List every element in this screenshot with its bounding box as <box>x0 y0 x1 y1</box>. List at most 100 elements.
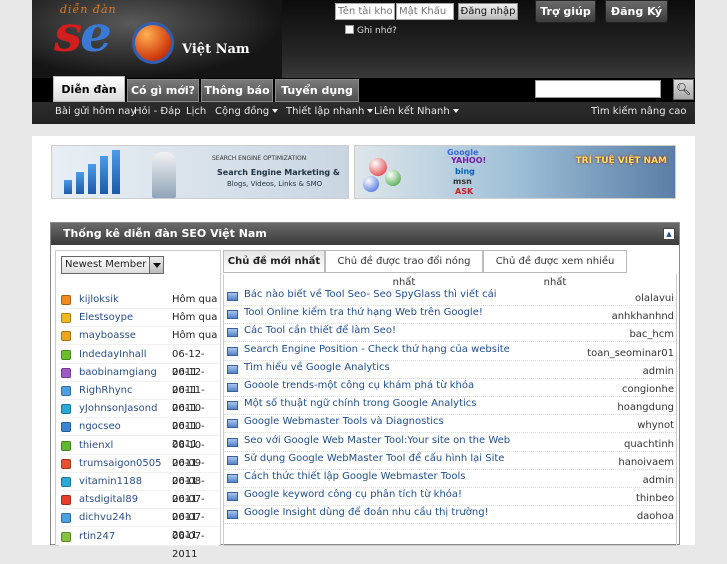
member-avatar-icon <box>61 477 71 487</box>
stats-select[interactable]: Newest Member <box>61 256 164 274</box>
thread-author-link[interactable]: daohoa <box>637 511 674 522</box>
member-name-link[interactable]: RighRhync <box>79 382 132 400</box>
thread-author-link[interactable]: bac_hcm <box>629 329 674 340</box>
search-button[interactable]: 🔍︎ <box>673 79 694 100</box>
member-name-link[interactable]: dichvu24h <box>79 509 131 527</box>
banner-caption: Blogs, Videos, Links & SMO <box>227 180 323 188</box>
subnav-quick-settings[interactable]: Thiết lập nhanh <box>286 106 374 117</box>
engine-label: YAHOO! <box>451 156 487 165</box>
member-name-link[interactable]: IndedayInhall <box>79 346 147 364</box>
password-input[interactable] <box>396 3 454 20</box>
member-avatar-icon <box>61 367 71 378</box>
subnav-faq[interactable]: Hỏi - Đáp <box>134 106 181 117</box>
thread-title-link[interactable]: Google Insight dùng để đoán nhu cầu thị … <box>244 507 489 518</box>
thread-author-link[interactable]: whynot <box>637 420 674 431</box>
banner-bar <box>88 164 96 194</box>
thread-title-link[interactable]: Search Engine Position - Check thứ hạng … <box>244 344 510 355</box>
member-avatar-icon <box>61 313 71 324</box>
thread-author-link[interactable]: admin <box>643 475 674 486</box>
thread-author-link[interactable]: hoangdung <box>617 402 674 413</box>
banner-bar <box>112 150 120 194</box>
thread-author-link[interactable]: admin <box>643 366 674 377</box>
member-avatar-icon <box>61 386 71 396</box>
thread-title-link[interactable]: Các Tool cần thiết để làm Seo! <box>244 325 396 336</box>
thread-author-link[interactable]: olalavui <box>635 293 674 304</box>
seo-banner-right[interactable]: Google YAHOO! bing msn ASK TRÍ TUỆ VIỆT … <box>354 145 676 199</box>
subnav-today-posts[interactable]: Bài gửi hôm nay <box>55 106 136 117</box>
member-row: dichvu24h 06-07-2011 <box>59 509 219 541</box>
tab-newest-threads[interactable]: Chủ đề mới nhất <box>223 250 325 273</box>
search-input[interactable] <box>535 80 661 98</box>
username-input[interactable] <box>335 3 395 20</box>
tab-hottest-threads[interactable]: Chủ đề được trao đổi nóng nhất <box>325 250 483 288</box>
member-name-link[interactable]: vitamin1188 <box>79 473 142 491</box>
member-name-link[interactable]: yJohnsonJasond <box>79 400 157 418</box>
member-row: yJohnsonJasond 06-10-2011 <box>59 400 219 432</box>
subnav-quick-links[interactable]: Liên kết Nhanh <box>374 106 459 117</box>
thread-title-link[interactable]: Seo với Google Web Master Tool:Your site… <box>244 435 510 446</box>
thread-title-link[interactable]: Một số thuật ngữ chính trong Google Anal… <box>244 398 477 409</box>
member-name-link[interactable]: baobinamgiang <box>79 364 157 382</box>
chevron-down-icon <box>452 109 459 113</box>
panel-header: Thống kê diễn đàn SEO Việt Nam ▲ <box>51 223 679 245</box>
thread-title-link[interactable]: Google keyword công cụ phân tích từ khóa… <box>244 489 462 500</box>
site-logo[interactable]: seo <box>54 4 141 63</box>
thread-title-link[interactable]: Bác nào biết về Tool Seo- Seo SpyGlass t… <box>244 289 496 300</box>
thread-icon <box>227 437 238 447</box>
member-avatar-icon <box>61 349 71 360</box>
member-name-link[interactable]: atsdigital89 <box>79 491 138 509</box>
thread-row: Search Engine Position - Check thứ hạng … <box>224 343 676 361</box>
collapse-icon[interactable]: ▲ <box>663 228 675 240</box>
remember-me[interactable]: Ghi nhớ? <box>345 25 397 36</box>
member-name-link[interactable]: thienxl <box>79 437 113 455</box>
remember-checkbox[interactable] <box>345 25 354 34</box>
blue-ball-icon <box>363 176 379 192</box>
thread-title-link[interactable]: Google Webmaster Tools và Diagnostics <box>244 416 444 427</box>
member-name-link[interactable]: ngocseo <box>79 418 121 436</box>
chevron-down-icon <box>272 109 279 113</box>
member-row: Elestsoype Hôm qua <box>59 309 219 328</box>
thread-author-link[interactable]: thinbeo <box>636 493 674 504</box>
main-navbar: Diễn đàn Có gì mới? Thông báo Tuyển dụng… <box>32 76 695 102</box>
seo-banner-left[interactable]: SEARCH ENGINE OPTIMIZATION Search Engine… <box>51 145 349 199</box>
member-name-link[interactable]: Elestsoype <box>79 309 133 327</box>
thread-author-link[interactable]: quachtinh <box>624 439 674 450</box>
thread-title-link[interactable]: Tìm hiểu về Google Analytics <box>244 362 390 373</box>
login-button[interactable]: Đăng nhập <box>458 3 518 20</box>
member-name-link[interactable]: mayboasse <box>79 327 136 345</box>
thread-author-link[interactable]: anhkhanhnd <box>612 311 674 322</box>
member-name-link[interactable]: rtin247 <box>79 528 115 546</box>
banner-slogan: TRÍ TUỆ VIỆT NAM <box>575 156 667 166</box>
banner-bar <box>100 156 108 194</box>
member-avatar-icon <box>61 495 71 506</box>
thread-author-link[interactable]: hanoivaem <box>618 457 674 468</box>
thread-author-link[interactable]: toan_seominar01 <box>587 348 674 359</box>
register-button[interactable]: Đăng Ký <box>605 0 668 23</box>
subnav-calendar[interactable]: Lịch <box>186 106 206 117</box>
tab-forum[interactable]: Diễn đàn <box>53 76 125 102</box>
member-avatar-icon <box>61 404 71 415</box>
tab-jobs[interactable]: Tuyển dụng <box>275 79 359 102</box>
thread-row: Cách thức thiết lập Google Webmaster Too… <box>224 470 676 488</box>
thread-title-link[interactable]: Tool Online kiểm tra thứ hạng Web trên G… <box>244 307 483 318</box>
thread-title-link[interactable]: Cách thức thiết lập Google Webmaster Too… <box>244 471 465 482</box>
panel-title: Thống kê diễn đàn SEO Việt Nam <box>63 227 267 240</box>
member-name-link[interactable]: trumsaigon0505 <box>79 455 161 473</box>
thread-title-link[interactable]: Gooole trends-một công cụ khám phá từ kh… <box>244 380 474 391</box>
help-button[interactable]: Trợ giúp <box>535 0 596 23</box>
thread-row: Tìm hiểu về Google Analytics admin <box>224 361 676 379</box>
green-ball-icon <box>385 170 401 186</box>
tab-most-viewed-threads[interactable]: Chủ đề được xem nhiều nhất <box>483 250 627 288</box>
thread-row: Tool Online kiểm tra thứ hạng Web trên G… <box>224 306 676 325</box>
advanced-search-link[interactable]: Tìm kiếm nâng cao <box>591 106 687 117</box>
thread-author-link[interactable]: congionhe <box>622 384 674 395</box>
member-row: rtin247 06-07-2011 <box>59 528 219 560</box>
thread-icon <box>227 492 238 502</box>
tab-whats-new[interactable]: Có gì mới? <box>127 79 199 102</box>
tab-announcements[interactable]: Thông báo <box>201 79 273 102</box>
member-avatar-icon <box>61 295 71 305</box>
member-name-link[interactable]: kijloksik <box>79 291 119 309</box>
thread-row: Google Insight dùng để đoán nhu cầu thị … <box>224 506 676 525</box>
subnav-community[interactable]: Cộng đồng <box>215 106 279 117</box>
thread-title-link[interactable]: Sử dụng Google WebMaster Tool để cấu hìn… <box>244 453 504 464</box>
